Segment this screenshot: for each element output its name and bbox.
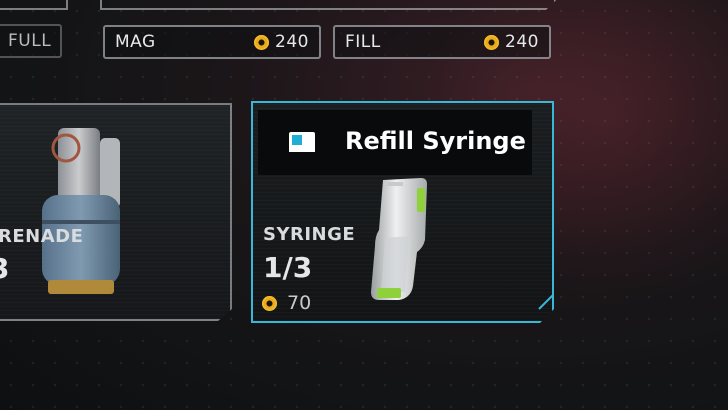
coin-icon bbox=[262, 295, 277, 311]
buy-fill-price: 240 bbox=[505, 32, 539, 52]
buy-fill-button[interactable]: FILL 240 bbox=[333, 25, 551, 59]
buy-full-button[interactable]: FULL bbox=[0, 24, 62, 58]
syringe-icon bbox=[371, 178, 427, 300]
buy-mag-price: 240 bbox=[275, 32, 309, 52]
buy-mag-label: MAG bbox=[115, 32, 156, 52]
card-header: Refill Syringe bbox=[258, 110, 532, 175]
syringe-count: 1/3 bbox=[263, 251, 313, 284]
coin-icon bbox=[254, 34, 270, 50]
grenade-count: 3 bbox=[0, 252, 9, 285]
refill-station-icon bbox=[289, 132, 315, 152]
grenade-icon bbox=[42, 128, 120, 294]
syringe-price: 70 bbox=[287, 292, 312, 314]
card-title: Refill Syringe bbox=[345, 127, 526, 155]
buy-fill-label: FILL bbox=[345, 32, 381, 52]
top-left-panel-edge bbox=[0, 0, 68, 10]
buy-fill-cost: 240 bbox=[484, 32, 539, 52]
buy-mag-button[interactable]: MAG 240 bbox=[103, 25, 321, 59]
buy-mag-cost: 240 bbox=[254, 32, 309, 52]
top-panel-edge bbox=[100, 0, 556, 10]
syringe-label: SYRINGE bbox=[263, 224, 356, 245]
coin-icon bbox=[484, 34, 500, 50]
grenade-label: RENADE bbox=[0, 226, 84, 247]
syringe-cost: 70 bbox=[262, 292, 311, 314]
buy-full-label: FULL bbox=[8, 31, 52, 51]
